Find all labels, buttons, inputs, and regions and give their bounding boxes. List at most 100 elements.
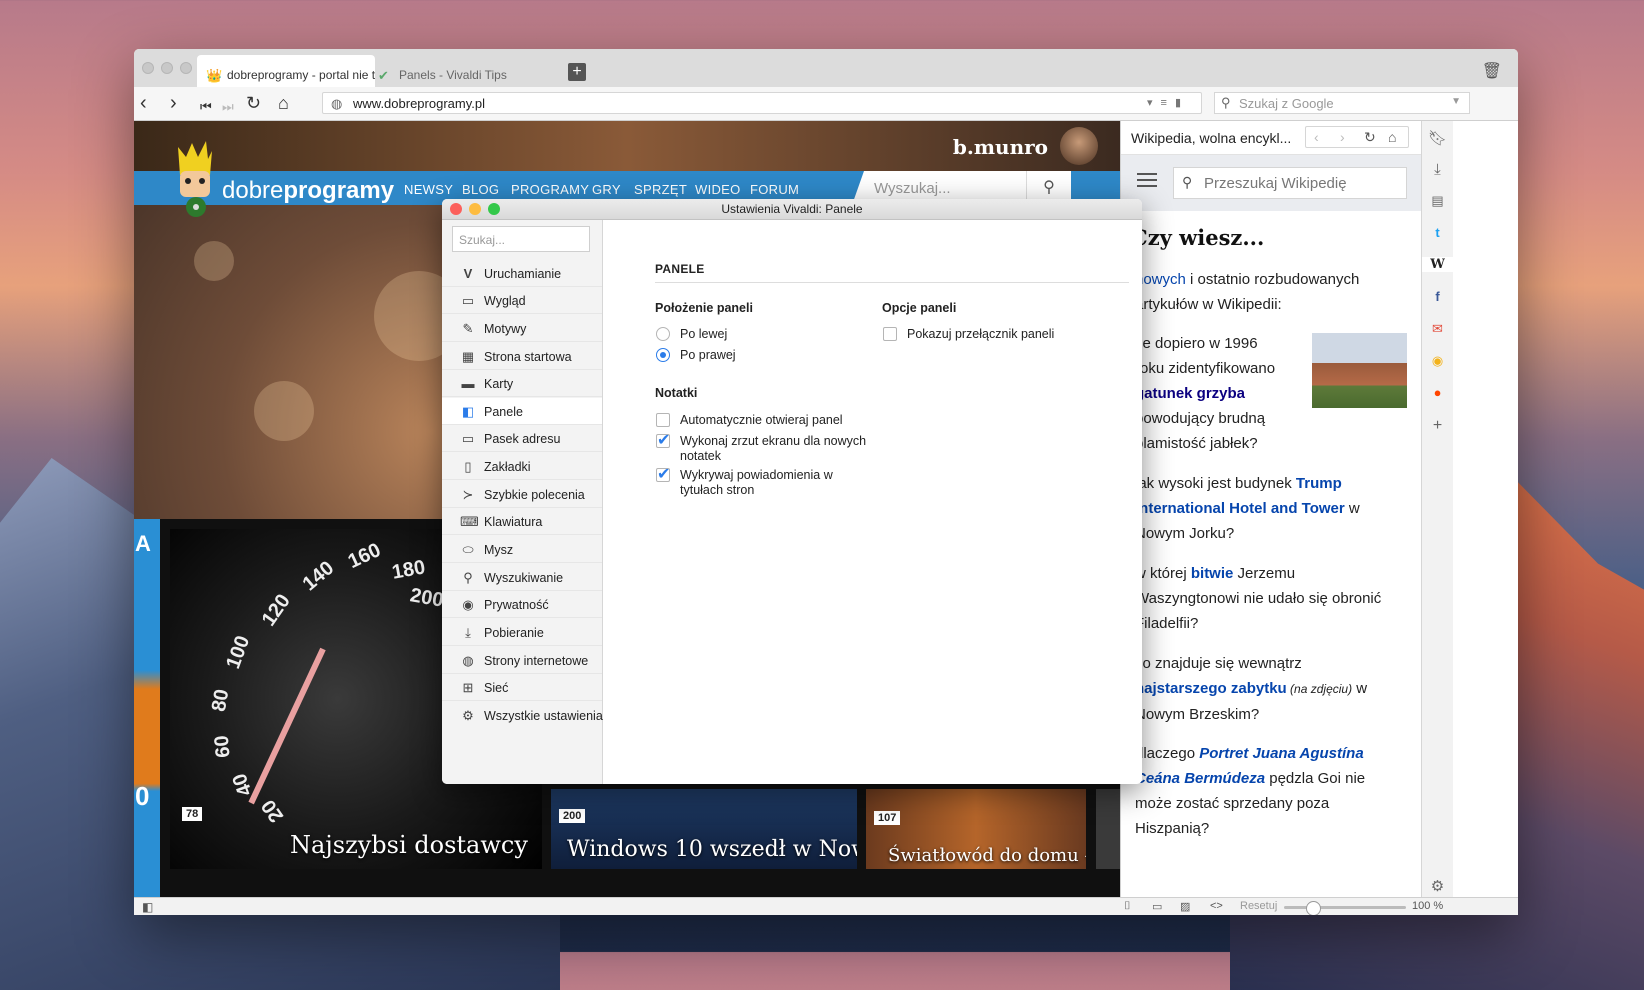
church-image[interactable] xyxy=(1312,333,1407,408)
trash-icon[interactable]: 🗑 xyxy=(1482,61,1502,81)
new-tab-button[interactable]: + xyxy=(568,63,586,81)
keep-icon[interactable]: ◉ xyxy=(1422,353,1453,369)
sidebar-item-wyglad[interactable]: ▭ Wygląd xyxy=(442,287,602,314)
sidebar-item-siec[interactable]: ⊞ Sieć xyxy=(442,674,602,701)
page-actions-icon[interactable]: <> xyxy=(1210,900,1223,912)
gear-icon[interactable]: ⚙ xyxy=(1422,877,1453,895)
sidebar-item-pasek-adresu[interactable]: ▭ Pasek adresu xyxy=(442,425,602,452)
sidebar-item-motywy[interactable]: ✎ Motywy xyxy=(442,315,602,342)
zoom-slider[interactable] xyxy=(1284,901,1406,915)
chevron-down-icon[interactable]: ▼ xyxy=(1451,96,1461,107)
dialog-maximize-button[interactable] xyxy=(488,203,500,215)
home-icon[interactable]: ⌂ xyxy=(278,92,289,114)
nav-forum[interactable]: FORUM xyxy=(750,182,799,197)
panel-back-icon[interactable]: ‹ xyxy=(1314,129,1319,145)
checkbox-label[interactable]: Automatycznie otwieraj panel xyxy=(680,413,843,428)
nav-wideo[interactable]: WIDEO xyxy=(695,182,741,197)
sidebar-item-mysz[interactable]: ⬭ Mysz xyxy=(442,536,602,563)
sidebar-item-strony-internetowe[interactable]: ◍ Strony internetowe xyxy=(442,647,602,674)
checkbox-label[interactable]: Wykonaj zrzut ekranu dla nowych notatek xyxy=(680,434,870,464)
wiki-link[interactable]: International Hotel and Tower xyxy=(1135,500,1345,517)
nav-gry[interactable]: GRY xyxy=(592,182,621,197)
article-tile[interactable] xyxy=(1096,789,1120,869)
back-icon[interactable]: ‹ xyxy=(140,92,147,114)
site-logo[interactable]: dobreprogramy xyxy=(222,177,394,205)
sidebar-item-karty[interactable]: ▬ Karty xyxy=(442,370,602,397)
checkbox-notes-detect[interactable] xyxy=(656,464,670,484)
notes-icon[interactable]: ▤ xyxy=(1422,193,1453,209)
menu-icon[interactable] xyxy=(1137,173,1157,187)
wiki-link[interactable]: bitwie xyxy=(1191,565,1234,582)
sidebar-item-szybkie-polecenia[interactable]: ≻ Szybkie polecenia xyxy=(442,481,602,508)
nav-blog[interactable]: BLOG xyxy=(462,182,499,197)
side-tile[interactable]: A 0 xyxy=(134,519,160,897)
close-window-button[interactable] xyxy=(142,62,154,74)
checkbox-label[interactable]: Wykrywaj powiadomienia w tytułach stron xyxy=(680,468,850,498)
facebook-icon[interactable]: f xyxy=(1422,289,1453,304)
wiki-link[interactable]: Portret Juana Agustína xyxy=(1199,745,1363,762)
reddit-icon[interactable]: ● xyxy=(1422,385,1453,400)
nav-sprzet[interactable]: SPRZĘT xyxy=(634,182,687,197)
username[interactable]: b.munro xyxy=(953,135,1048,159)
zoom-reset-button[interactable]: Resetuj xyxy=(1240,900,1277,912)
address-bar-icon: ▭ xyxy=(461,431,475,446)
radio-label[interactable]: Po prawej xyxy=(680,348,736,363)
dialog-minimize-button[interactable] xyxy=(469,203,481,215)
mail-icon[interactable]: ✉ xyxy=(1422,321,1453,337)
url-tools-icon[interactable]: ▾≡▮ xyxy=(1147,96,1189,109)
search-field[interactable]: ⚲ Szukaj z Google ▼ xyxy=(1214,92,1470,114)
zoom-slider-knob[interactable] xyxy=(1305,901,1321,915)
article-tile[interactable]: 200 Windows 10 wszedł w Nowy xyxy=(551,789,857,869)
tiling-icon[interactable]: ▭ xyxy=(1152,900,1162,913)
nav-newsy[interactable]: NEWSY xyxy=(404,182,453,197)
panel-home-icon[interactable]: ⌂ xyxy=(1388,129,1396,145)
minimize-window-button[interactable] xyxy=(161,62,173,74)
rewind-icon[interactable]: ⏮ xyxy=(200,96,212,118)
bookmarks-icon[interactable]: 🔖︎ xyxy=(1422,129,1453,147)
article-tile[interactable]: 107 Światłowód do domu – xyxy=(866,789,1086,869)
wiki-link[interactable]: nowych xyxy=(1135,271,1186,288)
sidebar-item-uruchamianie[interactable]: V Uruchamianie xyxy=(442,260,602,287)
wiki-link[interactable]: Ceána Bermúdeza xyxy=(1135,770,1265,787)
url-field[interactable]: ◍ www.dobreprogramy.pl ▾≡▮ xyxy=(322,92,1202,114)
sidebar-item-wszystkie-ustawienia[interactable]: ⚙ Wszystkie ustawienia xyxy=(442,702,603,729)
tab-dobreprogramy[interactable]: 👑 dobreprogramy - portal nie ty xyxy=(197,55,375,87)
sidebar-item-klawiatura[interactable]: ⌨ Klawiatura xyxy=(442,508,602,535)
sidebar-item-prywatnosc[interactable]: ◉ Prywatność xyxy=(442,591,602,618)
add-panel-icon[interactable]: + xyxy=(1422,417,1453,435)
checkbox-label[interactable]: Pokazuj przełącznik paneli xyxy=(907,327,1054,342)
wiki-link[interactable]: najstarszego zabytku xyxy=(1135,680,1287,697)
radio-po-prawej[interactable] xyxy=(656,348,670,362)
fast-forward-icon[interactable]: ⏭ xyxy=(222,96,234,118)
site-info-icon[interactable]: ◍ xyxy=(331,96,342,112)
sidebar-item-strona-startowa[interactable]: ▦ Strona startowa xyxy=(442,343,602,370)
forward-icon[interactable]: › xyxy=(170,92,177,114)
camera-icon[interactable]: ⌷ xyxy=(1124,900,1131,913)
nav-programy[interactable]: PROGRAMY xyxy=(511,182,589,197)
checkbox-notes-screenshot[interactable] xyxy=(656,430,670,450)
avatar[interactable] xyxy=(1060,127,1098,165)
panel-reload-icon[interactable]: ↻ xyxy=(1364,129,1376,146)
checkbox-show-switch[interactable] xyxy=(883,327,897,341)
wikipedia-icon[interactable]: W xyxy=(1422,257,1453,272)
sidebar-item-wyszukiwanie[interactable]: ⚲ Wyszukiwanie xyxy=(442,564,602,591)
settings-search-input[interactable]: Szukaj... xyxy=(452,226,590,252)
sidebar-item-zakladki[interactable]: ▯ Zakładki xyxy=(442,453,602,480)
tab-vivaldi-tips[interactable]: ✔ Panels - Vivaldi Tips xyxy=(369,55,547,87)
radio-label[interactable]: Po lewej xyxy=(680,327,727,342)
maximize-window-button[interactable] xyxy=(180,62,192,74)
images-icon[interactable]: ▨ xyxy=(1180,900,1190,913)
dialog-close-button[interactable] xyxy=(450,203,462,215)
wiki-search-input[interactable]: ⚲ Przeszukaj Wikipedię xyxy=(1173,167,1407,199)
downloads-icon[interactable]: ⤓ xyxy=(1422,161,1453,178)
panel-toggle-icon[interactable]: ◧ xyxy=(142,900,153,914)
sidebar-item-pobieranie[interactable]: ⤓ Pobieranie xyxy=(442,619,602,646)
wiki-link[interactable]: gatunek grzyba xyxy=(1135,385,1245,402)
reload-icon[interactable]: ↻ xyxy=(246,92,261,114)
twitter-icon[interactable]: t xyxy=(1422,225,1453,240)
radio-po-lewej[interactable] xyxy=(656,327,670,341)
wiki-link[interactable]: Trump xyxy=(1296,475,1342,492)
panel-forward-icon[interactable]: › xyxy=(1340,129,1345,145)
checkbox-notes-auto-open[interactable] xyxy=(656,413,670,427)
sidebar-item-panele[interactable]: ◧ Panele xyxy=(442,398,602,425)
